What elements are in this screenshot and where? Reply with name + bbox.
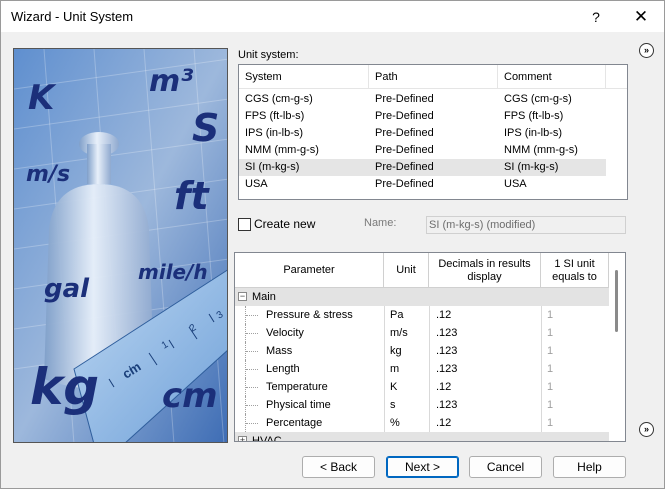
window-title: Wizard - Unit System: [11, 9, 134, 24]
column-si-equals[interactable]: 1 SI unit equals to: [541, 253, 609, 288]
group-row-hvac[interactable]: + HVAC: [235, 432, 609, 442]
table-row[interactable]: Percentage % .12 1: [235, 414, 609, 432]
parameters-header: Parameter Unit Decimals in results displ…: [235, 253, 609, 288]
double-chevron-right-icon: »: [643, 424, 649, 434]
close-icon: ✕: [633, 6, 649, 26]
question-mark-icon: ?: [592, 8, 600, 25]
column-parameter[interactable]: Parameter: [235, 253, 384, 288]
name-label: Name:: [364, 217, 397, 229]
collapse-icon[interactable]: −: [238, 292, 247, 301]
unit-system-header: System Path Comment: [239, 65, 627, 89]
unit-s: S: [192, 106, 219, 150]
group-label: Main: [252, 291, 276, 303]
expand-top-button[interactable]: »: [639, 43, 654, 58]
help-title-button[interactable]: ?: [573, 1, 619, 32]
wizard-window: Wizard - Unit System ? ✕ cm 1 2 3 K m³ S…: [0, 0, 665, 489]
column-comment[interactable]: Comment: [498, 65, 606, 89]
unit-system-label: Unit system:: [238, 49, 299, 61]
table-row[interactable]: Mass kg .123 1: [235, 342, 609, 360]
parameters-grid[interactable]: Parameter Unit Decimals in results displ…: [234, 252, 626, 442]
column-decimals[interactable]: Decimals in results display: [429, 253, 541, 288]
vertical-scrollbar[interactable]: [609, 253, 625, 441]
create-new-checkbox[interactable]: [238, 218, 251, 231]
unit-m3: m³: [149, 64, 193, 99]
unit-ms: m/s: [26, 162, 70, 187]
unit-mileh: mile/h: [138, 260, 208, 284]
expand-bottom-button[interactable]: »: [639, 422, 654, 437]
list-item-selected[interactable]: SI (m-kg-s) Pre-Defined SI (m-kg-s): [239, 159, 606, 176]
unit-system-list[interactable]: System Path Comment CGS (cm-g-s) Pre-Def…: [238, 64, 628, 200]
scroll-thumb[interactable]: [615, 270, 618, 332]
table-row[interactable]: Pressure & stress Pa .12 1: [235, 306, 609, 324]
list-item[interactable]: FPS (ft-lb-s) Pre-Defined FPS (ft-lb-s): [239, 108, 606, 125]
unit-kg: kg: [30, 358, 99, 416]
column-unit[interactable]: Unit: [384, 253, 429, 288]
title-bar: Wizard - Unit System ? ✕: [1, 1, 664, 32]
help-button[interactable]: Help: [553, 456, 626, 478]
name-input[interactable]: SI (m-kg-s) (modified): [426, 216, 626, 234]
table-row[interactable]: Length m .123 1: [235, 360, 609, 378]
column-system[interactable]: System: [239, 65, 369, 89]
cancel-button[interactable]: Cancel: [469, 456, 542, 478]
list-item[interactable]: USA Pre-Defined USA: [239, 176, 606, 193]
expand-icon[interactable]: +: [238, 436, 247, 441]
table-row[interactable]: Velocity m/s .123 1: [235, 324, 609, 342]
unit-ft: ft: [174, 174, 211, 218]
list-item[interactable]: IPS (in-lb-s) Pre-Defined IPS (in-lb-s): [239, 125, 606, 142]
wizard-illustration: cm 1 2 3 K m³ S m/s ft gal mile/h kg cm: [13, 48, 228, 443]
column-path[interactable]: Path: [369, 65, 498, 89]
unit-cm: cm: [162, 376, 218, 416]
next-button[interactable]: Next >: [386, 456, 459, 478]
list-item[interactable]: NMM (mm-g-s) Pre-Defined NMM (mm-g-s): [239, 142, 606, 159]
double-chevron-right-icon: »: [643, 45, 649, 55]
group-row-main[interactable]: − Main: [235, 288, 609, 306]
unit-k: K: [28, 78, 57, 118]
list-item[interactable]: CGS (cm-g-s) Pre-Defined CGS (cm-g-s): [239, 91, 606, 108]
unit-gal: gal: [44, 274, 90, 304]
table-row[interactable]: Physical time s .123 1: [235, 396, 609, 414]
group-label: HVAC: [252, 435, 282, 442]
back-button[interactable]: < Back: [302, 456, 375, 478]
table-row[interactable]: Temperature K .12 1: [235, 378, 609, 396]
create-new-label[interactable]: Create new: [254, 217, 315, 231]
close-button[interactable]: ✕: [618, 1, 664, 32]
